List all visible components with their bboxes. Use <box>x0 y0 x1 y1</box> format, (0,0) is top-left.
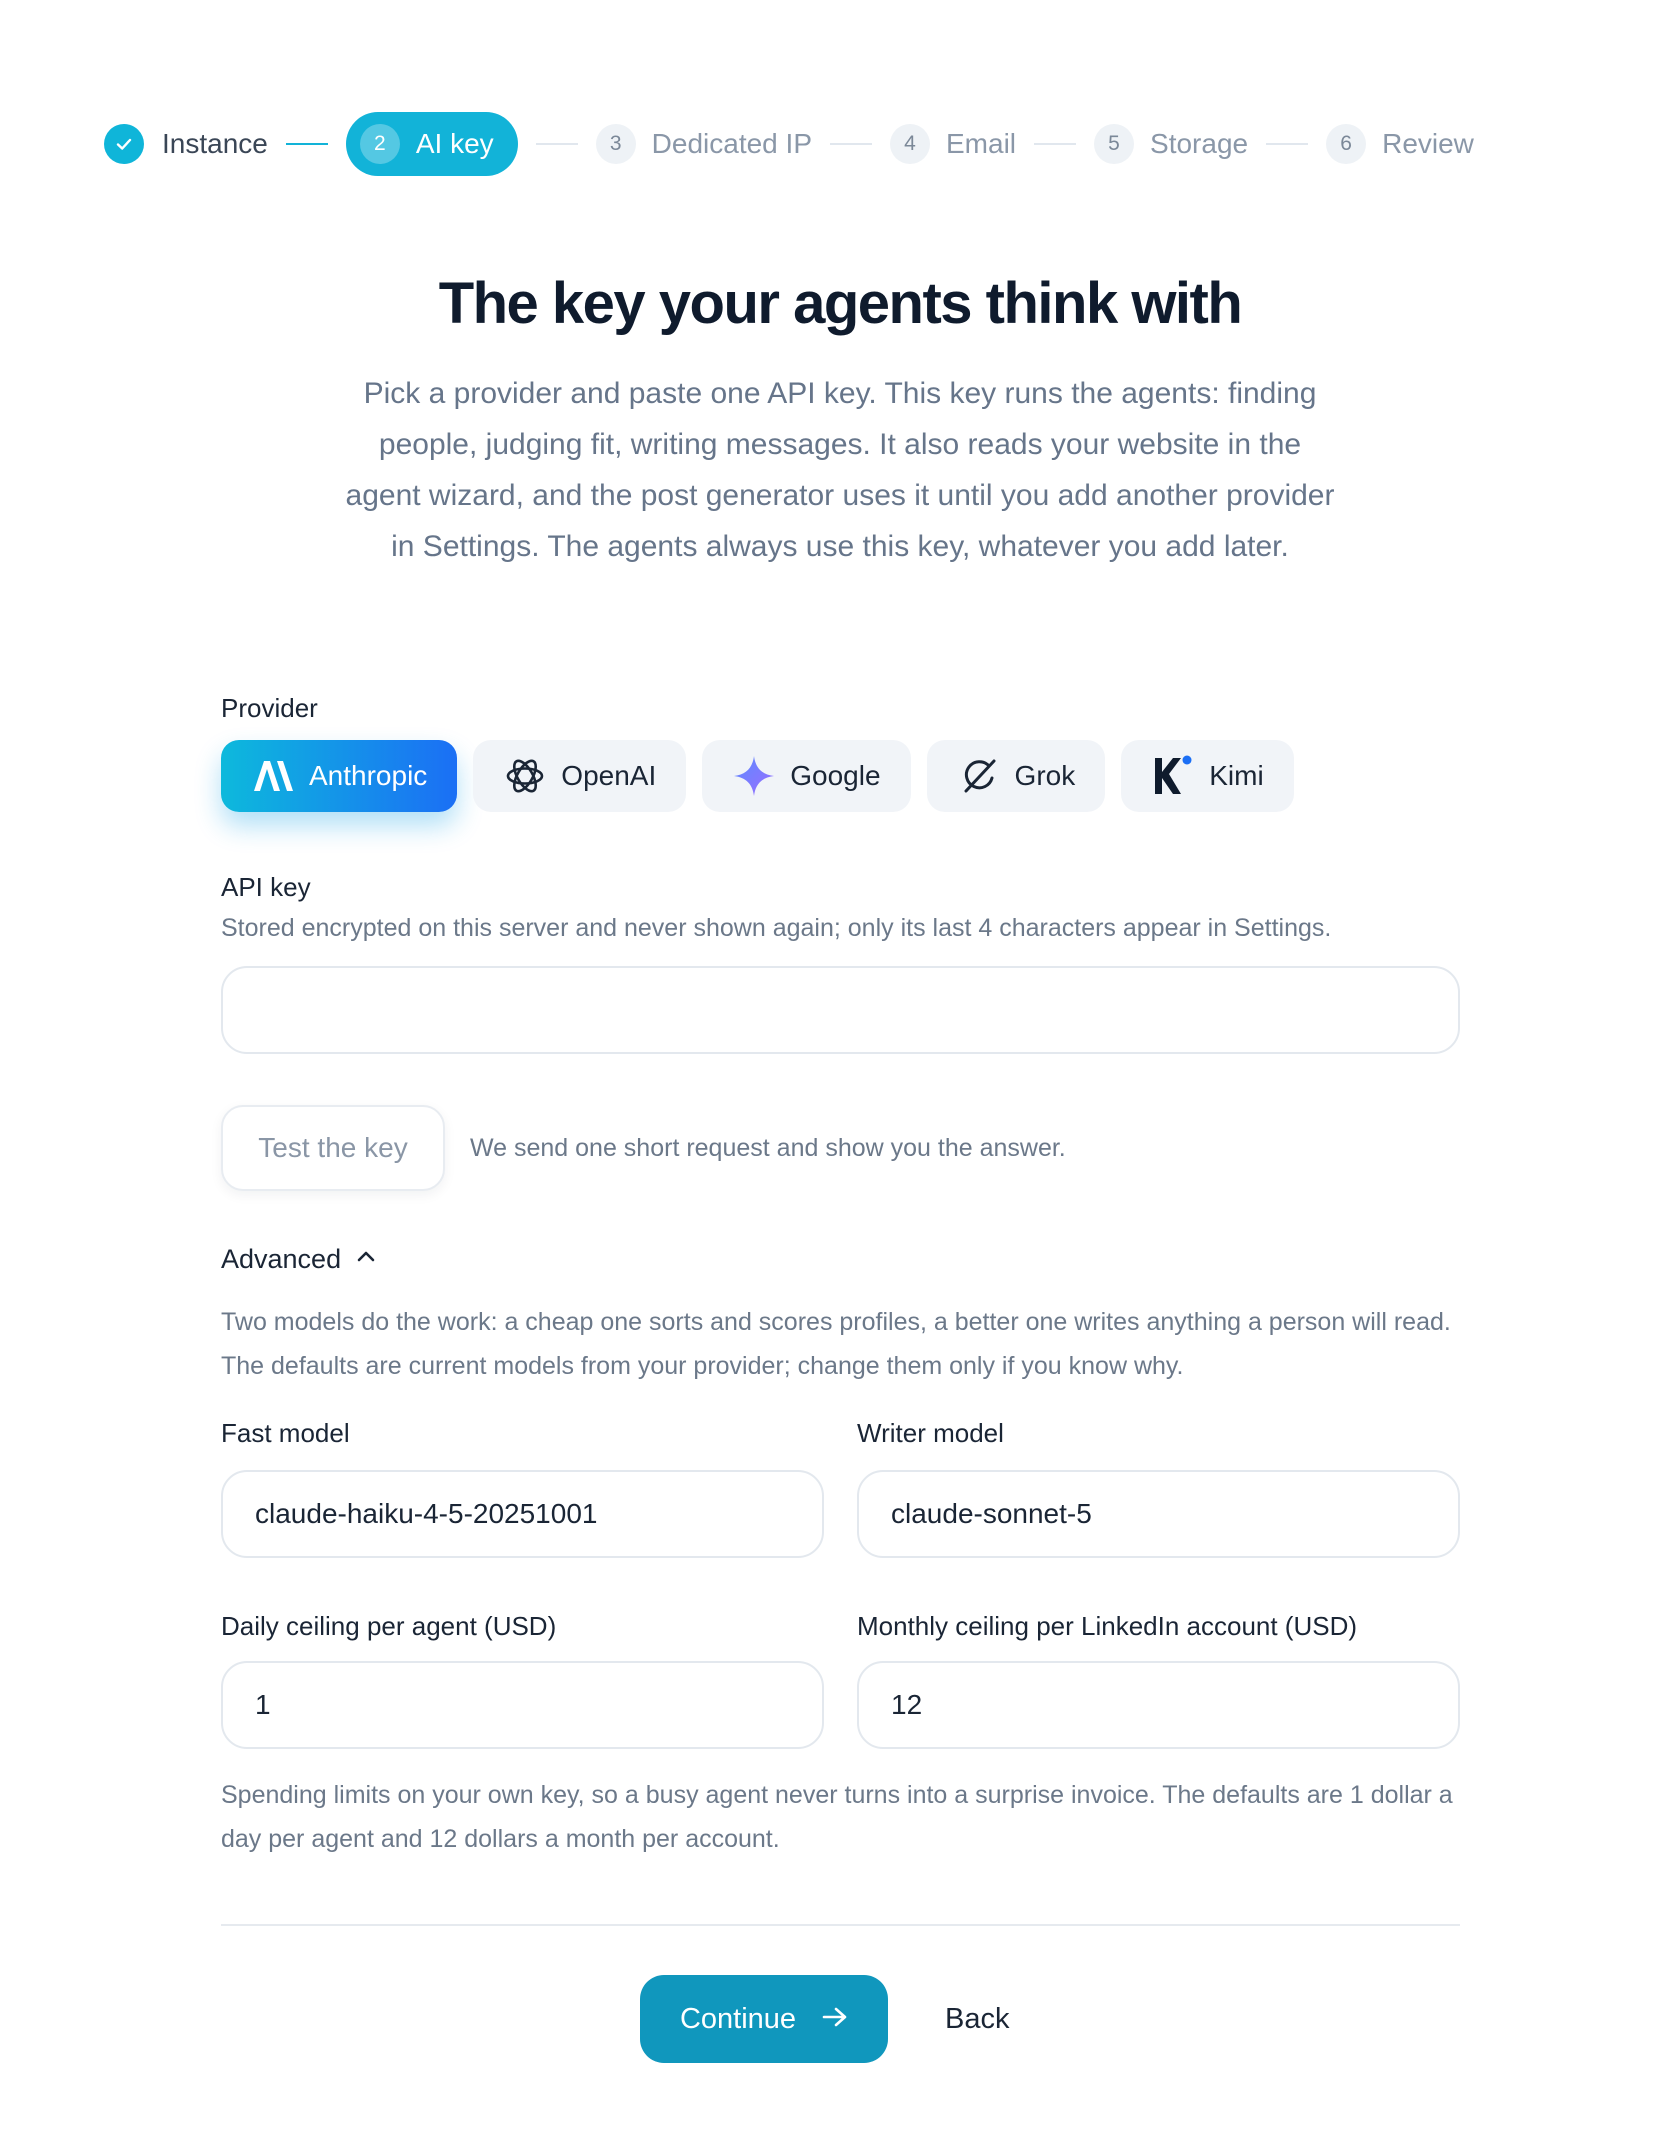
kimi-icon <box>1151 754 1195 798</box>
monthly-ceiling-label: Monthly ceiling per LinkedIn account (US… <box>857 1611 1358 1641</box>
step-label: Dedicated IP <box>651 128 812 159</box>
step-label: Storage <box>1150 128 1249 159</box>
advanced-label: Advanced <box>221 1244 342 1274</box>
daily-ceiling-label: Daily ceiling per agent (USD) <box>221 1611 557 1641</box>
step-connector <box>1266 143 1309 145</box>
step-number: 3 <box>595 124 636 164</box>
footer-divider <box>221 1924 1460 1926</box>
writer-model-input[interactable]: claude-sonnet-5 <box>857 1470 1460 1558</box>
test-key-button[interactable]: Test the key <box>221 1105 445 1191</box>
advanced-toggle[interactable]: Advanced <box>221 1244 377 1275</box>
step-dedicated-ip[interactable]: 3 Dedicated IP <box>595 124 812 164</box>
step-label: Email <box>946 128 1017 159</box>
provider-selector: Anthropic OpenAI Google Grok Kimi <box>221 740 1294 812</box>
step-label: Instance <box>162 128 268 159</box>
step-connector <box>285 143 328 145</box>
page-intro: Pick a provider and paste one API key. T… <box>345 377 1335 563</box>
wizard-stepper: Instance 2 AI key 3 Dedicated IP 4 Email… <box>104 112 1474 176</box>
provider-name: Grok <box>1014 760 1076 791</box>
step-number: 2 <box>359 124 400 164</box>
continue-label: Continue <box>679 2002 797 2035</box>
google-gemini-icon <box>732 754 776 798</box>
step-connector <box>1034 143 1077 145</box>
provider-name: OpenAI <box>561 760 657 791</box>
step-email[interactable]: 4 Email <box>890 124 1016 164</box>
anthropic-icon <box>251 754 295 798</box>
continue-button[interactable]: Continue <box>640 1975 888 2063</box>
fast-model-input[interactable]: claude-haiku-4-5-20251001 <box>221 1470 824 1558</box>
step-storage[interactable]: 5 Storage <box>1094 124 1248 164</box>
step-label: AI key <box>415 128 494 159</box>
openai-icon <box>503 754 547 798</box>
fast-model-label: Fast model <box>221 1418 350 1448</box>
step-instance[interactable]: Instance <box>104 124 268 164</box>
chevron-up-icon <box>355 1244 377 1275</box>
ceiling-help: Spending limits on your own key, so a bu… <box>221 1781 1453 1853</box>
provider-kimi[interactable]: Kimi <box>1121 740 1294 812</box>
advanced-help: Two models do the work: a cheap one sort… <box>221 1308 1451 1380</box>
step-number: 4 <box>890 124 930 164</box>
grok-icon <box>957 754 1001 798</box>
check-icon <box>104 124 144 164</box>
step-label: Review <box>1382 128 1474 159</box>
provider-openai[interactable]: OpenAI <box>473 740 687 812</box>
page-title: The key your agents think with <box>438 271 1243 336</box>
step-ai-key[interactable]: 2 AI key <box>345 112 518 176</box>
step-number: 6 <box>1326 124 1367 164</box>
writer-model-label: Writer model <box>857 1418 1004 1448</box>
arrow-right-icon <box>822 2003 848 2036</box>
test-key-help: We send one short request and show you t… <box>470 1134 1066 1162</box>
provider-google[interactable]: Google <box>702 740 911 812</box>
provider-name: Kimi <box>1209 760 1264 791</box>
step-review[interactable]: 6 Review <box>1326 124 1474 164</box>
provider-label: Provider <box>221 693 318 723</box>
api-key-input[interactable] <box>221 966 1460 1054</box>
step-number: 5 <box>1094 124 1135 164</box>
step-connector <box>830 143 872 145</box>
back-button[interactable]: Back <box>945 1992 1009 2046</box>
provider-grok[interactable]: Grok <box>926 740 1106 812</box>
daily-ceiling-input[interactable]: 1 <box>221 1661 824 1749</box>
provider-name: Anthropic <box>309 760 428 791</box>
api-key-label: API key <box>221 872 311 902</box>
monthly-ceiling-input[interactable]: 12 <box>857 1661 1460 1749</box>
api-key-help: Stored encrypted on this server and neve… <box>221 914 1332 942</box>
provider-anthropic[interactable]: Anthropic <box>221 740 458 812</box>
provider-name: Google <box>790 760 881 791</box>
step-connector <box>535 143 578 145</box>
